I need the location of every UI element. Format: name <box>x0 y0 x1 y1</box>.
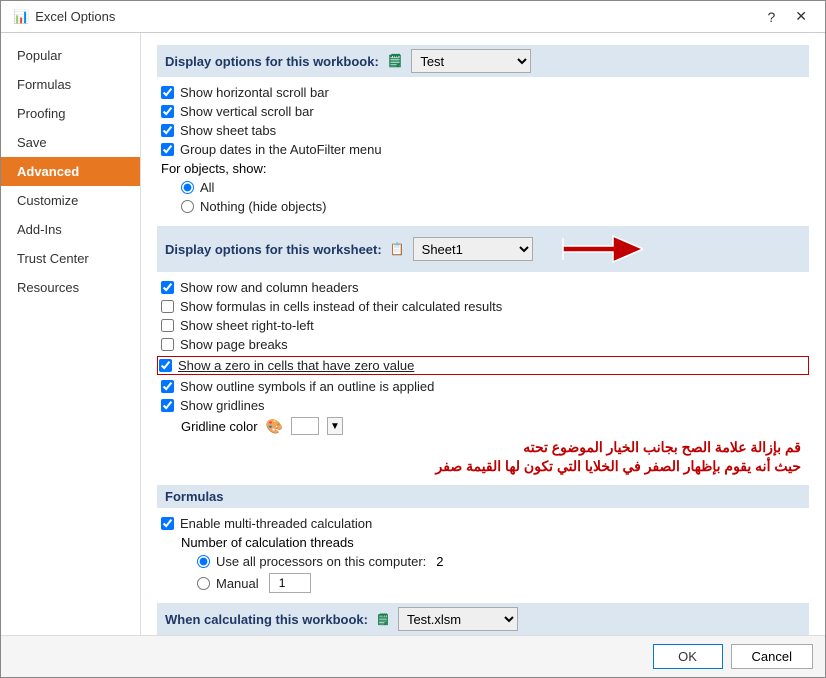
multithread-checkbox[interactable] <box>161 517 174 530</box>
gridline-color-label: Gridline color <box>181 419 258 434</box>
rtl-label: Show sheet right-to-left <box>180 318 314 333</box>
footer: OK Cancel <box>1 635 825 677</box>
manual-row: Manual <box>157 573 809 593</box>
groupdates-row: Group dates in the AutoFilter menu <box>157 142 809 157</box>
app-icon: 📊 <box>13 9 29 25</box>
radio-all-row: All <box>157 180 809 195</box>
sidebar: Popular Formulas Proofing Save Advanced … <box>1 33 141 635</box>
zeroval-checkbox[interactable] <box>159 359 172 372</box>
workbook-section-header: Display options for this workbook: 🗒 Tes… <box>157 45 809 77</box>
gridlines-row: Show gridlines <box>157 398 809 413</box>
formulas-checkbox[interactable] <box>161 300 174 313</box>
excel-options-dialog: 📊 Excel Options ? ✕ Popular Formulas Pro… <box>0 0 826 678</box>
formulas-label: Show formulas in cells instead of their … <box>180 299 502 314</box>
radio-all-label: All <box>200 180 214 195</box>
vscroll-label: Show vertical scroll bar <box>180 104 314 119</box>
close-button[interactable]: ✕ <box>789 6 813 27</box>
sidebar-item-customize[interactable]: Customize <box>1 186 140 215</box>
sidebar-item-advanced[interactable]: Advanced <box>1 157 140 186</box>
radio-nothing[interactable] <box>181 200 194 213</box>
worksheet-dropdown[interactable]: Sheet1 <box>413 237 533 261</box>
workbook-dropdown[interactable]: Test <box>411 49 531 73</box>
multithread-label: Enable multi-threaded calculation <box>180 516 372 531</box>
gridline-color-row: Gridline color 🎨 ▼ <box>181 417 809 435</box>
allprocessors-label: Use all processors on this computer: <box>216 554 426 569</box>
manual-value-input[interactable] <box>269 573 311 593</box>
manual-label: Manual <box>216 576 259 591</box>
when-calculating-label: When calculating this workbook: <box>165 612 368 627</box>
sheettabs-label: Show sheet tabs <box>180 123 276 138</box>
num-threads-label-row: Number of calculation threads <box>157 535 809 550</box>
sidebar-item-popular[interactable]: Popular <box>1 41 140 70</box>
title-bar-controls: ? ✕ <box>761 6 813 27</box>
sidebar-item-formulas[interactable]: Formulas <box>1 70 140 99</box>
sidebar-item-trustcenter[interactable]: Trust Center <box>1 244 140 273</box>
sidebar-item-proofing[interactable]: Proofing <box>1 99 140 128</box>
workbook2-icon: 🗒 <box>376 613 390 626</box>
cancel-button[interactable]: Cancel <box>731 644 813 669</box>
arrow-right-icon <box>553 230 643 268</box>
rowcol-row: Show row and column headers <box>157 280 809 295</box>
ok-button[interactable]: OK <box>653 644 723 669</box>
multithread-row: Enable multi-threaded calculation <box>157 516 809 531</box>
zeroval-label: Show a zero in cells that have zero valu… <box>178 358 414 373</box>
groupdates-label: Group dates in the AutoFilter menu <box>180 142 382 157</box>
radio-nothing-row: Nothing (hide objects) <box>157 199 809 214</box>
outline-row: Show outline symbols if an outline is ap… <box>157 379 809 394</box>
when-calculating-section-header: When calculating this workbook: 🗒 Test.x… <box>157 603 809 635</box>
hscroll-checkbox[interactable] <box>161 86 174 99</box>
arrow-container <box>553 230 643 268</box>
manual-radio[interactable] <box>197 577 210 590</box>
rtl-row: Show sheet right-to-left <box>157 318 809 333</box>
arabic-text-line1: قم بإزالة علامة الصح بجانب الخيار الموضو… <box>165 439 801 456</box>
outline-checkbox[interactable] <box>161 380 174 393</box>
hscroll-row: Show horizontal scroll bar <box>157 85 809 100</box>
workbook-icon: 🗒 <box>387 53 404 69</box>
main-content: Display options for this workbook: 🗒 Tes… <box>141 33 825 635</box>
sheettabs-checkbox[interactable] <box>161 124 174 137</box>
allprocessors-value: 2 <box>436 554 443 569</box>
workbook-section-label: Display options for this workbook: <box>165 54 379 69</box>
arabic-text-line2: حيث أنه يقوم بإظهار الصفر في الخلايا الت… <box>165 458 801 475</box>
sidebar-item-resources[interactable]: Resources <box>1 273 140 302</box>
formulas-section-header: Formulas <box>157 485 809 508</box>
pagebreaks-row: Show page breaks <box>157 337 809 352</box>
radio-all[interactable] <box>181 181 194 194</box>
rowcol-checkbox[interactable] <box>161 281 174 294</box>
formulas-row: Show formulas in cells instead of their … <box>157 299 809 314</box>
pagebreaks-label: Show page breaks <box>180 337 288 352</box>
worksheet-section-header: Display options for this worksheet: 📋 Sh… <box>157 226 809 272</box>
groupdates-checkbox[interactable] <box>161 143 174 156</box>
rtl-checkbox[interactable] <box>161 319 174 332</box>
vscroll-checkbox[interactable] <box>161 105 174 118</box>
pagebreaks-checkbox[interactable] <box>161 338 174 351</box>
rowcol-label: Show row and column headers <box>180 280 359 295</box>
zeroval-row: Show a zero in cells that have zero valu… <box>157 356 809 375</box>
sheettabs-row: Show sheet tabs <box>157 123 809 138</box>
num-threads-label: Number of calculation threads <box>181 535 354 550</box>
allprocessors-row: Use all processors on this computer: 2 <box>157 554 809 569</box>
dialog-title: Excel Options <box>35 9 115 24</box>
title-bar: 📊 Excel Options ? ✕ <box>1 1 825 33</box>
sidebar-item-save[interactable]: Save <box>1 128 140 157</box>
vscroll-row: Show vertical scroll bar <box>157 104 809 119</box>
gridline-color-icon: 🎨 <box>266 418 283 435</box>
gridlines-checkbox[interactable] <box>161 399 174 412</box>
dialog-body: Popular Formulas Proofing Save Advanced … <box>1 33 825 635</box>
gridline-color-box <box>291 417 319 435</box>
hscroll-label: Show horizontal scroll bar <box>180 85 329 100</box>
gridlines-label: Show gridlines <box>180 398 265 413</box>
for-objects-label: For objects, show: <box>157 161 809 176</box>
title-bar-title: 📊 Excel Options <box>13 9 115 25</box>
when-calculating-dropdown[interactable]: Test.xlsm <box>398 607 518 631</box>
worksheet-section-label: Display options for this worksheet: <box>165 242 382 257</box>
gridline-color-dropdown-btn[interactable]: ▼ <box>327 417 343 435</box>
radio-nothing-label: Nothing (hide objects) <box>200 199 326 214</box>
allprocessors-radio[interactable] <box>197 555 210 568</box>
outline-label: Show outline symbols if an outline is ap… <box>180 379 434 394</box>
help-button[interactable]: ? <box>761 6 781 27</box>
sheet-icon: 📋 <box>390 242 405 256</box>
sidebar-item-addins[interactable]: Add-Ins <box>1 215 140 244</box>
